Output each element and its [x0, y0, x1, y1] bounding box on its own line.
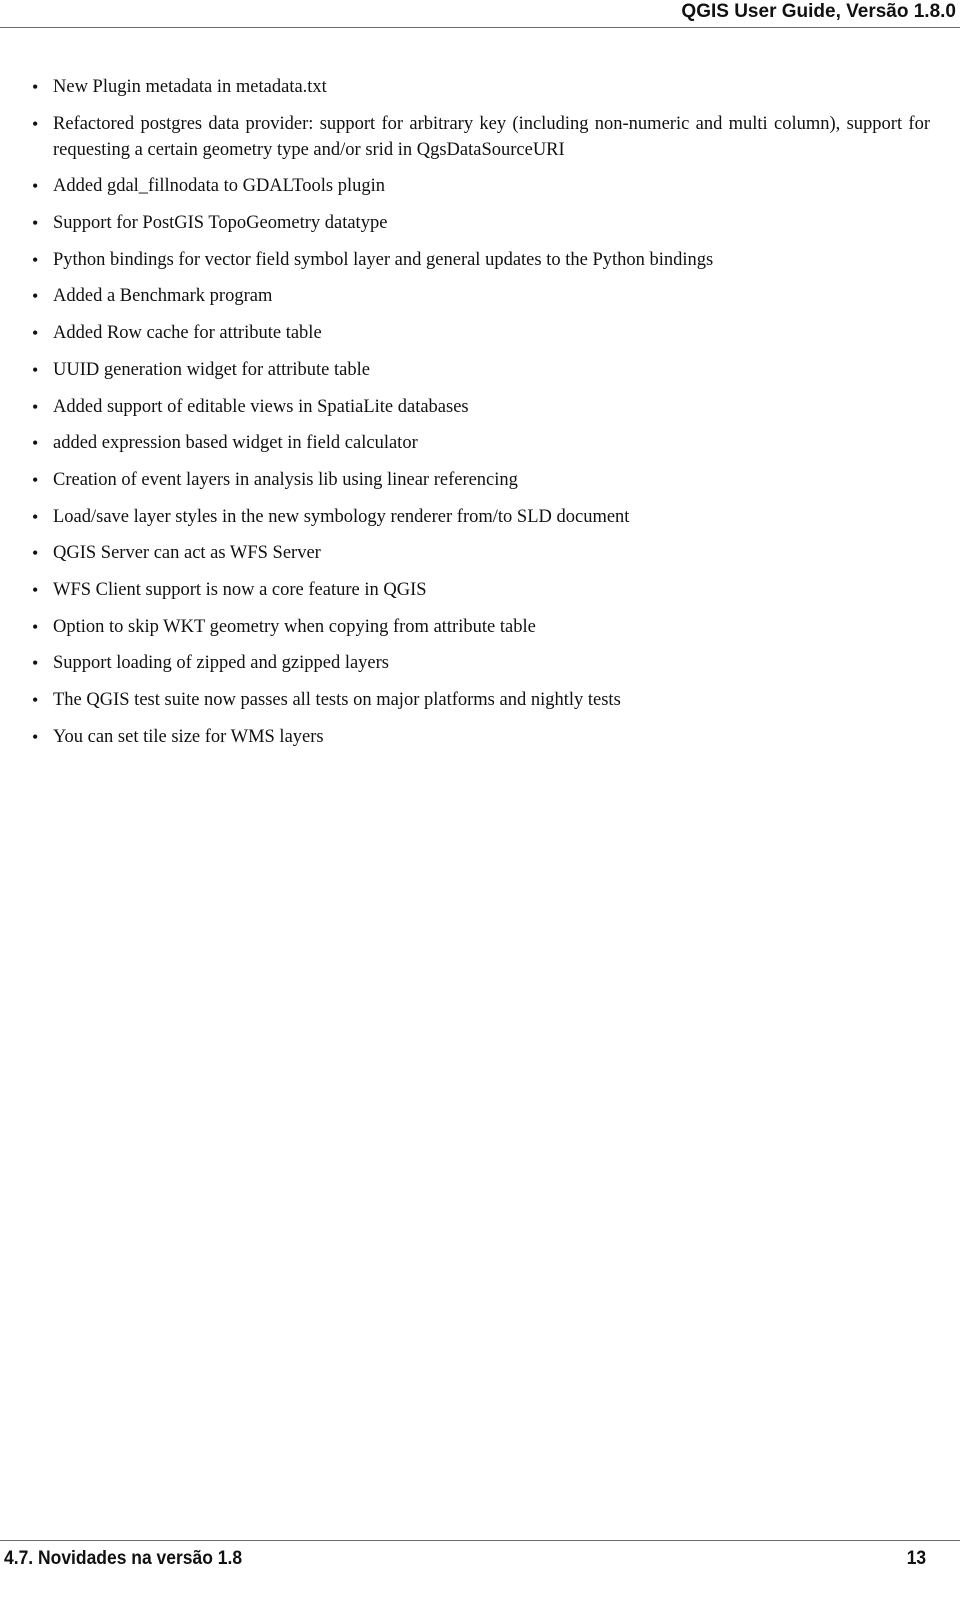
list-item: • Added support of editable views in Spat…: [0, 394, 960, 420]
list-item: • Option to skip WKT geometry when copyin…: [0, 614, 960, 640]
list-item: • Support for PostGIS TopoGeometry dataty…: [0, 210, 960, 236]
bullet-icon: •: [32, 359, 39, 380]
bullet-icon: •: [32, 469, 39, 490]
list-item: • QGIS Server can act as WFS Server: [0, 540, 960, 566]
bullet-icon: •: [32, 579, 39, 600]
bullet-icon: •: [32, 286, 39, 307]
bullet-icon: •: [32, 77, 39, 97]
page-header: QGIS User Guide, Versão 1.8.0: [0, 0, 960, 28]
list-item-text: Support for PostGIS TopoGeometry datatyp…: [53, 213, 388, 234]
bullet-icon: •: [32, 249, 39, 270]
bullet-icon: •: [32, 506, 39, 527]
list-item-text: Creation of event layers in analysis lib…: [53, 469, 518, 490]
list-item-text: UUID generation widget for attribute tab…: [53, 359, 370, 380]
list-item: • WFS Client support is now a core featur…: [0, 577, 960, 603]
list-item: • New Plugin metadata in metadata.txt: [0, 74, 960, 100]
list-item: • Support loading of zipped and gzipped l…: [0, 650, 960, 676]
page-footer: 4.7. Novidades na versão 1.8 13: [0, 1540, 960, 1581]
list-item-text: Refactored postgres data provider: suppo…: [53, 113, 930, 160]
list-item: • Creation of event layers in analysis li…: [0, 467, 960, 493]
bullet-icon: •: [32, 323, 39, 344]
list-item-text: WFS Client support is now a core feature…: [53, 579, 427, 600]
bullet-icon: •: [32, 616, 39, 637]
bullet-icon: •: [32, 726, 39, 747]
list-item: • added expression based widget in field …: [0, 430, 960, 456]
bullet-icon: •: [32, 213, 39, 234]
list-item: • Added gdal_fillnodata to GDALTools plug…: [0, 173, 960, 199]
bullet-icon: •: [32, 176, 39, 197]
list-item-text: Added gdal_fillnodata to GDALTools plugi…: [53, 176, 386, 197]
list-item-text: Support loading of zipped and gzipped la…: [53, 653, 389, 674]
list-item-text: Option to skip WKT geometry when copying…: [53, 616, 536, 637]
list-item: • Refactored postgres data provider: supp…: [0, 111, 960, 163]
list-item-text: New Plugin metadata in metadata.txt: [53, 77, 327, 97]
footer-section-title: 4.7. Novidades na versão 1.8: [4, 1548, 243, 1569]
bullet-icon: •: [32, 113, 39, 134]
list-item-text: Added Row cache for attribute table: [53, 323, 322, 344]
list-item: • UUID generation widget for attribute ta…: [0, 357, 960, 383]
list-item: • Added Row cache for attribute table: [0, 320, 960, 346]
list-item-text: Added support of editable views in Spati…: [53, 396, 469, 417]
list-item-text: The QGIS test suite now passes all tests…: [53, 690, 621, 710]
bullet-icon: •: [32, 433, 39, 454]
bullet-icon: •: [32, 396, 39, 417]
list-item: • Load/save layer styles in the new symbo…: [0, 504, 960, 530]
list-item-text: Added a Benchmark program: [53, 286, 273, 307]
bullet-icon: •: [32, 543, 39, 564]
list-item-text: added expression based widget in field c…: [53, 433, 418, 454]
list-item: • The QGIS test suite now passes all test…: [0, 687, 960, 713]
list-item: • Python bindings for vector field symbol…: [0, 247, 960, 273]
list-item: • You can set tile size for WMS layers: [0, 724, 960, 750]
list-item-text: Load/save layer styles in the new symbol…: [53, 506, 630, 527]
page-number: 13: [906, 1548, 926, 1569]
bullet-icon: •: [32, 653, 39, 674]
list-item-text: You can set tile size for WMS layers: [53, 726, 324, 747]
list-item-text: QGIS Server can act as WFS Server: [53, 543, 321, 564]
page-content: • New Plugin metadata in metadata.txt • Re…: [0, 74, 960, 760]
bullet-icon: •: [32, 690, 39, 710]
list-item: • Added a Benchmark program: [0, 283, 960, 309]
running-header-title: QGIS User Guide, Versão 1.8.0: [681, 1, 956, 22]
feature-list: • New Plugin metadata in metadata.txt • Re…: [0, 74, 960, 750]
list-item-text: Python bindings for vector field symbol …: [53, 249, 714, 270]
